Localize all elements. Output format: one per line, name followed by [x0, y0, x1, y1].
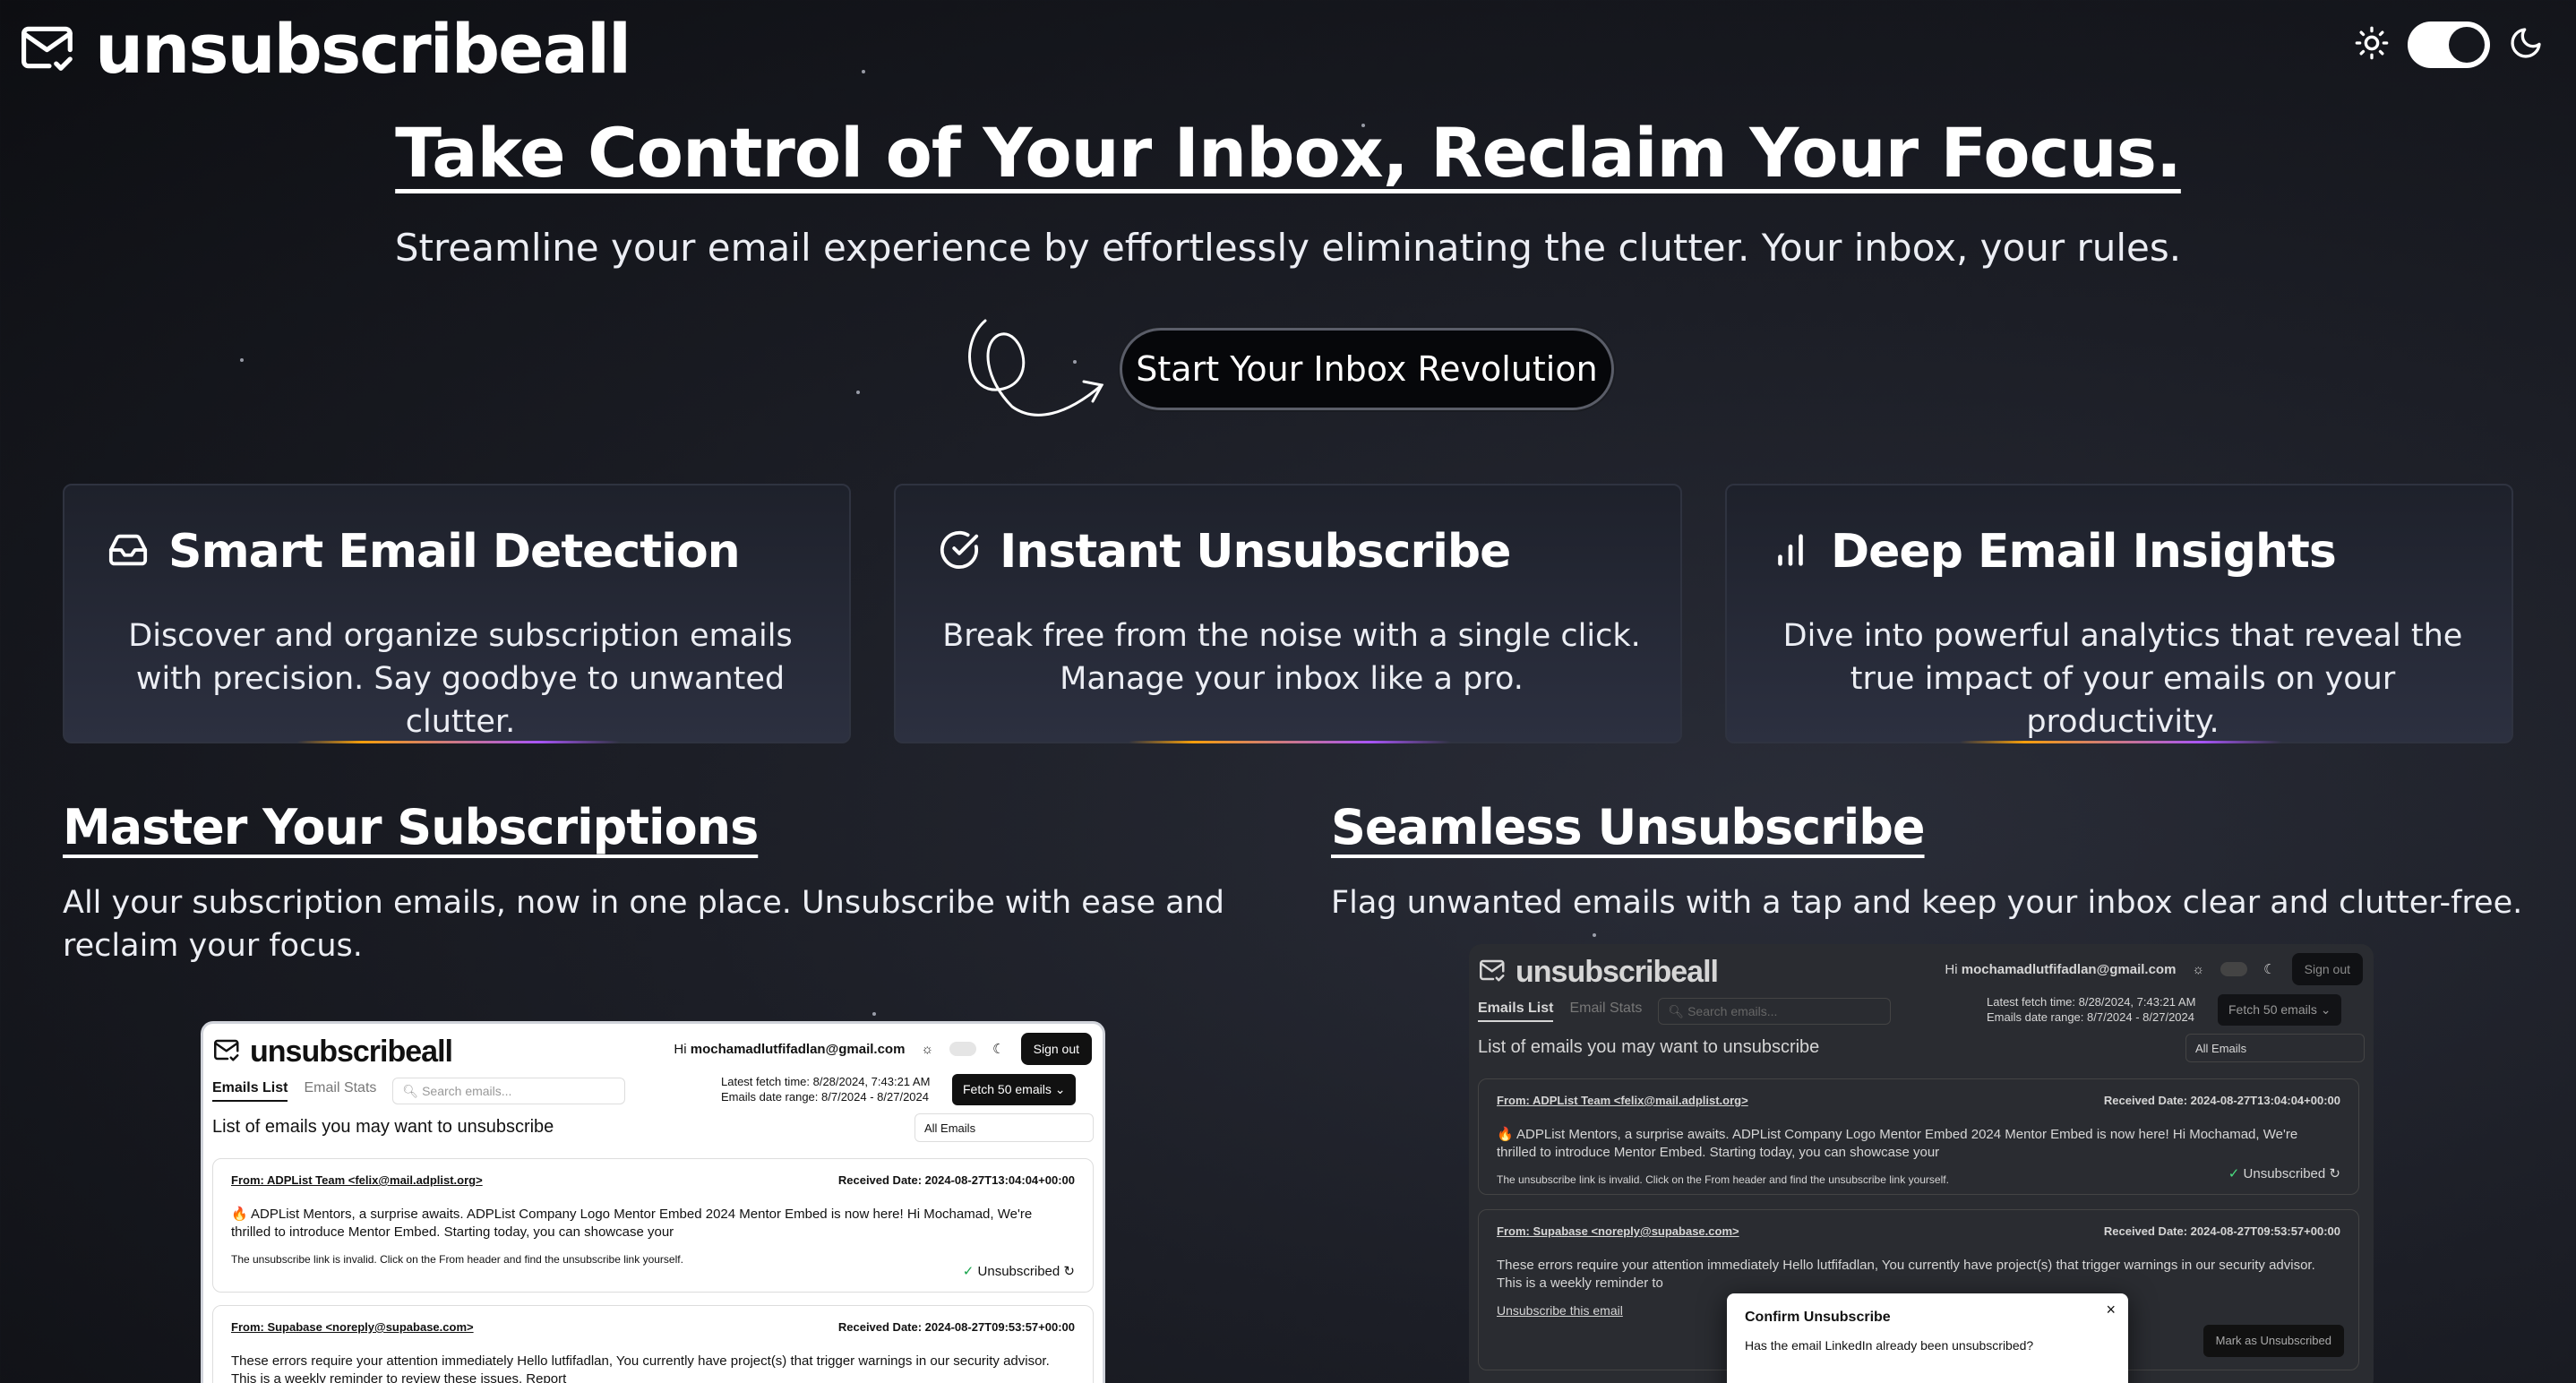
mockup-list-title: List of emails you may want to unsubscri…	[1478, 1037, 1820, 1057]
app-screenshot-light: unsubscribeall Hi mochamadlutfifadlan@gm…	[201, 1021, 1105, 1383]
feature-title: Deep Email Insights	[1831, 525, 2337, 579]
sun-icon: ☼	[2192, 961, 2205, 977]
sun-icon	[2354, 25, 2390, 64]
mockup-tabs: Emails List Email Stats 🔍︎ Search emails…	[212, 1078, 626, 1104]
feature-card-unsubscribe: Instant Unsubscribe Break free from the …	[894, 484, 1682, 743]
feature-title: Instant Unsubscribe	[1000, 525, 1511, 579]
mockup-search-input: 🔍︎ Search emails...	[392, 1078, 626, 1104]
mockup-logo-text: unsubscribeall	[1516, 955, 1719, 989]
star	[856, 391, 860, 394]
feature-description: Discover and organize subscription email…	[128, 618, 793, 740]
mockup-tab-emails-list: Emails List	[1478, 1001, 1554, 1022]
swirl-arrow-icon	[958, 317, 1111, 428]
mockup-filter-select: All Emails	[914, 1113, 1094, 1142]
star	[1593, 933, 1596, 937]
mockup-search-input: 🔍︎ Search emails...	[1658, 998, 1892, 1025]
mockup-list-title: List of emails you may want to unsubscri…	[212, 1117, 554, 1137]
mockup-user-bar: Hi mochamadlutfifadlan@gmail.com ☼ ☾ Sig…	[674, 1033, 1092, 1065]
mockup-confirm-dialog: Confirm Unsubscribe Has the email Linked…	[1727, 1293, 2128, 1383]
mockup-status: ✓ Unsubscribed ↻	[962, 1264, 1075, 1279]
mockup-fetch-info: Latest fetch time: 8/28/2024, 7:43:21 AM…	[1987, 995, 2196, 1024]
mockup-email-body: These errors require your attention imme…	[1497, 1258, 2315, 1291]
mockup-status: ✓ Unsubscribed ↻	[2228, 1166, 2340, 1181]
mail-check-icon	[214, 1037, 241, 1067]
mockup-email-card: From: Supabase <noreply@supabase.com> Re…	[212, 1305, 1094, 1383]
close-icon: ×	[2106, 1301, 2116, 1319]
mockup-email-note: The unsubscribe link is invalid. Click o…	[231, 1253, 683, 1266]
theme-toggle-group	[2354, 21, 2544, 68]
mockup-header: unsubscribeall	[1480, 955, 1719, 990]
star	[872, 1012, 876, 1016]
app-screenshot-dark: unsubscribeall Hi mochamadlutfifadlan@gm…	[1469, 944, 2374, 1383]
mockup-theme-switch	[949, 1042, 977, 1056]
section-description-subscriptions: All your subscription emails, now in one…	[63, 885, 1225, 964]
mockup-email-date: Received Date: 2024-08-27T13:04:04+00:00	[2103, 1094, 2340, 1107]
dialog-text: Has the email LinkedIn already been unsu…	[1745, 1338, 2034, 1353]
feature-description: Dive into powerful analytics that reveal…	[1782, 618, 2463, 740]
mockup-greeting: Hi mochamadlutfifadlan@gmail.com	[674, 1041, 906, 1057]
mockup-tabs: Emails List Email Stats 🔍︎ Search emails…	[1478, 998, 1892, 1025]
mockup-tab-email-stats: Email Stats	[1569, 1001, 1643, 1016]
moon-icon: ☾	[992, 1042, 1005, 1057]
mockup-email-body: 🔥 ADPList Mentors, a surprise awaits. AD…	[231, 1207, 1033, 1240]
mockup-user-bar: Hi mochamadlutfifadlan@gmail.com ☼ ☾ Sig…	[1945, 953, 2363, 985]
card-glow-line	[1129, 741, 1451, 743]
mockup-tab-email-stats: Email Stats	[304, 1080, 377, 1095]
mockup-email-card: From: ADPList Team <felix@mail.adplist.o…	[1478, 1078, 2359, 1195]
bar-chart-icon	[1770, 529, 1811, 574]
theme-switch[interactable]	[2408, 21, 2490, 68]
mockup-email-note: The unsubscribe link is invalid. Click o…	[1497, 1173, 1949, 1186]
mockup-sign-out-button: Sign out	[1020, 1033, 1092, 1065]
mail-check-icon	[21, 21, 77, 77]
mockup-fetch-info: Latest fetch time: 8/28/2024, 7:43:21 AM…	[721, 1075, 931, 1104]
sun-icon: ☼	[921, 1041, 934, 1057]
star	[240, 358, 244, 362]
section-title-subscriptions: Master Your Subscriptions	[63, 799, 759, 855]
mockup-header: unsubscribeall	[214, 1035, 453, 1069]
mail-check-icon	[1480, 958, 1507, 987]
mockup-email-card: From: ADPList Team <felix@mail.adplist.o…	[212, 1158, 1094, 1293]
mockup-tab-emails-list: Emails List	[212, 1080, 288, 1102]
card-glow-line	[1960, 741, 2282, 743]
mockup-email-date: Received Date: 2024-08-27T09:53:57+00:00	[2103, 1224, 2340, 1238]
moon-icon	[2508, 25, 2544, 64]
mockup-sign-out-button: Sign out	[2291, 953, 2363, 985]
mockup-logo-text: unsubscribeall	[250, 1035, 453, 1069]
star	[862, 70, 865, 73]
brand-name: unsubscribeall	[95, 9, 631, 89]
section-description-unsubscribe: Flag unwanted emails with a tap and keep…	[1331, 885, 2523, 921]
mockup-fetch-button: Fetch 50 emails ⌄	[2218, 994, 2342, 1026]
feature-card-detection: Smart Email Detection Discover and organ…	[63, 484, 851, 743]
mockup-email-body: 🔥 ADPList Mentors, a surprise awaits. AD…	[1497, 1127, 2298, 1160]
section-title-unsubscribe: Seamless Unsubscribe	[1331, 799, 1926, 855]
mockup-email-date: Received Date: 2024-08-27T13:04:04+00:00	[837, 1173, 1075, 1187]
moon-icon: ☾	[2263, 962, 2276, 977]
feature-title: Smart Email Detection	[168, 525, 741, 579]
dialog-title: Confirm Unsubscribe	[1745, 1310, 1891, 1325]
card-glow-line	[297, 741, 620, 743]
switch-knob	[2449, 27, 2485, 63]
inbox-icon	[107, 529, 149, 574]
start-revolution-button[interactable]: Start Your Inbox Revolution	[1120, 328, 1614, 410]
mockup-greeting: Hi mochamadlutfifadlan@gmail.com	[1945, 961, 2177, 977]
mockup-email-body: These errors require your attention imme…	[231, 1353, 1050, 1383]
feature-card-insights: Deep Email Insights Dive into powerful a…	[1725, 484, 2513, 743]
mockup-mark-button: Mark as Unsubscribed	[2202, 1325, 2344, 1357]
hero-title: Take Control of Your Inbox, Reclaim Your…	[395, 113, 2182, 193]
hero-subtitle: Streamline your email experience by effo…	[394, 226, 2182, 270]
mockup-email-date: Received Date: 2024-08-27T09:53:57+00:00	[837, 1320, 1075, 1334]
feature-description: Break free from the noise with a single …	[942, 618, 1641, 697]
check-circle-icon	[939, 529, 980, 574]
mockup-theme-switch	[2220, 962, 2248, 976]
brand-logo[interactable]: unsubscribeall	[21, 9, 631, 89]
mockup-filter-select: All Emails	[2185, 1034, 2365, 1062]
mockup-fetch-button: Fetch 50 emails ⌄	[952, 1074, 1077, 1105]
